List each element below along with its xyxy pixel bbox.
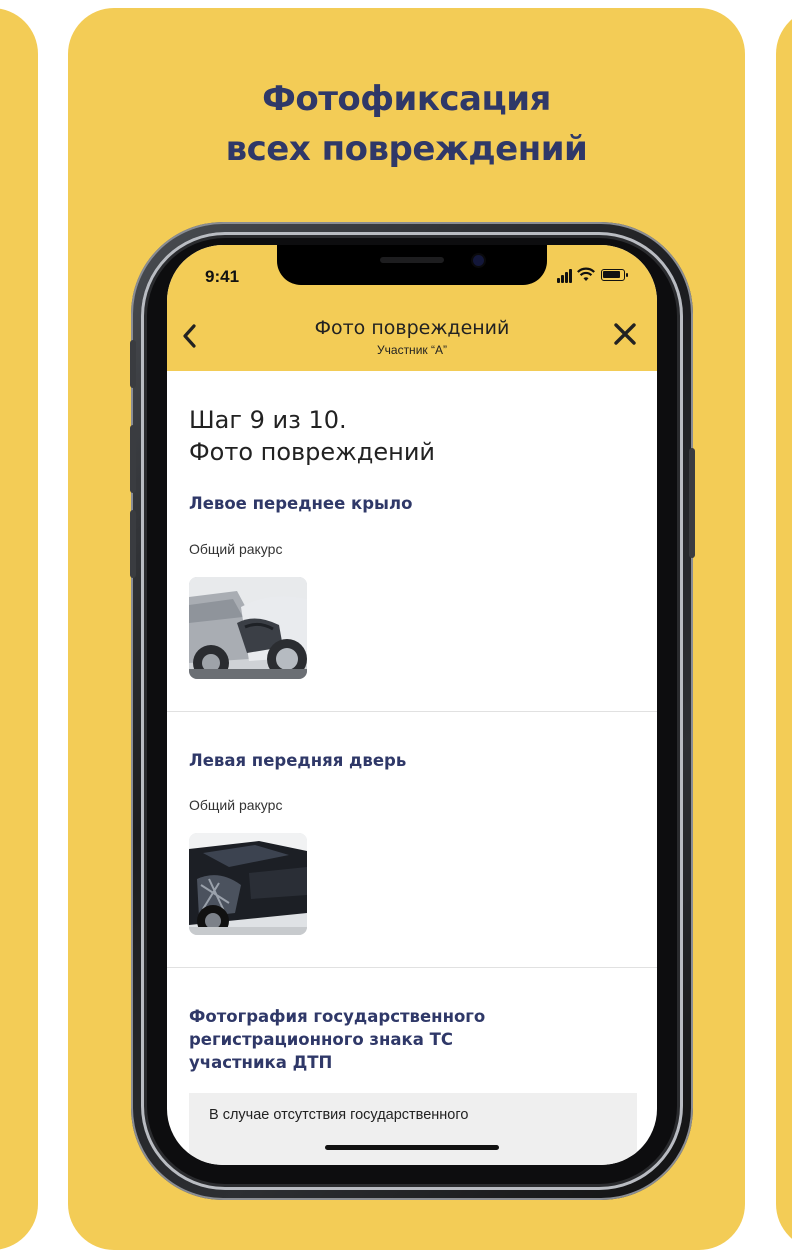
- front-camera: [473, 255, 484, 266]
- plate-heading-line1: Фотография государственного: [189, 1007, 486, 1026]
- signal-bar: [569, 269, 572, 283]
- plate-heading-line3: участника ДТП: [189, 1053, 333, 1072]
- damaged-front-door-photo[interactable]: [189, 833, 307, 935]
- battery-icon: [601, 269, 625, 281]
- silent-switch: [130, 340, 136, 388]
- nav-subtitle: Участник “А”: [377, 343, 447, 357]
- volume-down-button: [130, 510, 136, 578]
- wifi-icon: [577, 267, 595, 281]
- previous-slide-panel[interactable]: [0, 8, 38, 1250]
- plate-section-heading: Фотография государственного регистрацион…: [189, 1005, 485, 1074]
- phone-screen: 9:41 Фото повреждений Участник “А” Шаг 9…: [167, 245, 657, 1165]
- nav-title: Фото повреждений: [314, 317, 510, 339]
- step-title: Шаг 9 из 10. Фото повреждений: [189, 404, 435, 468]
- close-icon[interactable]: [612, 321, 638, 347]
- signal-bar: [565, 272, 568, 283]
- battery-cap: [626, 273, 628, 277]
- scroll-content[interactable]: Шаг 9 из 10. Фото повреждений Левое пере…: [167, 371, 657, 1165]
- info-text: В случае отсутствия государственного: [209, 1107, 469, 1123]
- section-heading-text: Левая передняя дверь: [189, 751, 407, 770]
- volume-up-button: [130, 425, 136, 493]
- damaged-front-fender-photo[interactable]: [189, 577, 307, 679]
- promo-title-line1: Фотофиксация: [262, 79, 551, 119]
- home-indicator[interactable]: [325, 1145, 499, 1150]
- step-counter: Шаг 9 из 10.: [189, 406, 347, 434]
- step-name: Фото повреждений: [189, 438, 436, 466]
- earpiece-speaker: [380, 257, 444, 263]
- nav-bar: Фото повреждений Участник “А”: [167, 295, 657, 371]
- promo-title-line2: всех повреждений: [225, 129, 588, 169]
- signal-bar: [561, 275, 564, 283]
- info-box: В случае отсутствия государственного: [189, 1093, 637, 1165]
- view-label: Общий ракурс: [189, 541, 283, 557]
- view-label: Общий ракурс: [189, 797, 283, 813]
- photo-image: [189, 577, 307, 679]
- promo-title: Фотофиксация всех повреждений: [68, 74, 745, 174]
- status-icons: [557, 267, 637, 283]
- status-time: 9:41: [205, 267, 240, 286]
- section-divider: [167, 967, 657, 968]
- promo-canvas: Фотофиксация всех повреждений 9:41 Фото …: [0, 0, 792, 1258]
- next-slide-panel[interactable]: [776, 8, 792, 1250]
- signal-icon: [557, 278, 560, 283]
- notch: [277, 245, 547, 285]
- section-divider: [167, 711, 657, 712]
- plate-heading-line2: регистрационного знака ТС: [189, 1030, 453, 1049]
- section-heading-front-fender: Левое переднее крыло: [189, 492, 412, 515]
- power-button: [689, 448, 695, 558]
- section-heading-front-door: Левая передняя дверь: [189, 749, 406, 772]
- photo-image: [189, 833, 307, 935]
- section-heading-text: Левое переднее крыло: [189, 494, 413, 513]
